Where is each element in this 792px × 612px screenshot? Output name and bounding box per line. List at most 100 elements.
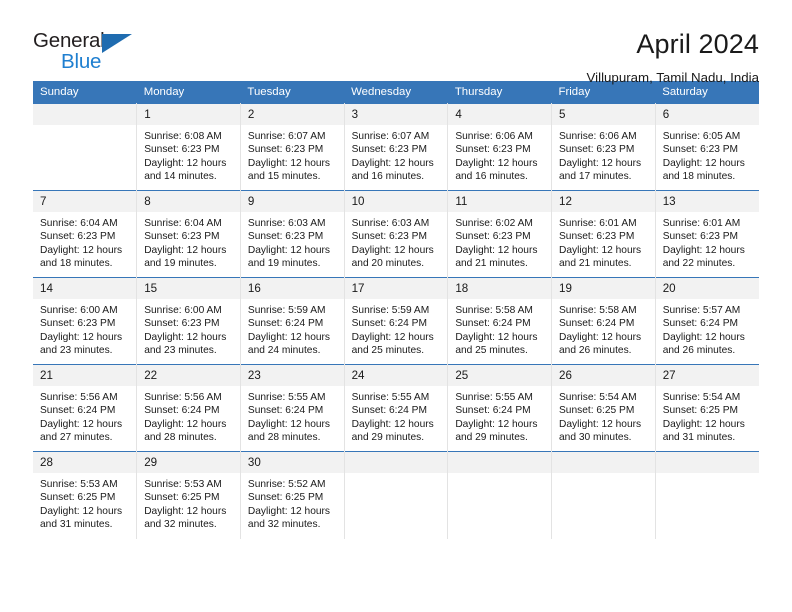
sunset-time: Sunset: 6:23 PM [40,231,116,243]
day-details: Sunrise: 5:56 AM Sunset: 6:24 PM Daylight:… [33,386,136,445]
location-subtitle: Villupuram, Tamil Nadu, India [586,70,759,85]
calendar-day-cell[interactable]: 11 Sunrise: 6:02 AM Sunset: 6:23 PM Dayligh… [447,190,553,278]
day-number: 4 [448,104,552,125]
day-number: 5 [552,104,655,125]
calendar-day-cell[interactable]: 13 Sunrise: 6:01 AM Sunset: 6:23 PM Dayligh… [655,190,759,278]
day-details: Sunrise: 5:53 AM Sunset: 6:25 PM Daylight:… [137,473,240,532]
daylight-duration-line1: Daylight: 12 hours [662,418,745,430]
day-details: Sunrise: 6:06 AM Sunset: 6:23 PM Daylight:… [552,125,655,184]
calendar-day-cell[interactable]: 16 Sunrise: 5:59 AM Sunset: 6:24 PM Dayligh… [240,277,345,365]
sunset-time: Sunset: 6:23 PM [351,231,427,243]
calendar-day-cell[interactable]: 12 Sunrise: 6:01 AM Sunset: 6:23 PM Dayligh… [551,190,656,278]
calendar-day-cell[interactable]: 10 Sunrise: 6:03 AM Sunset: 6:23 PM Dayligh… [344,190,449,278]
calendar-day-cell-empty [33,103,138,191]
calendar-day-cell[interactable]: 15 Sunrise: 6:00 AM Sunset: 6:23 PM Dayligh… [136,277,241,365]
calendar-day-cell[interactable]: 23 Sunrise: 5:55 AM Sunset: 6:24 PM Dayligh… [240,364,345,452]
day-number: 30 [240,452,344,473]
calendar-day-cell[interactable]: 21 Sunrise: 5:56 AM Sunset: 6:24 PM Dayligh… [33,364,138,452]
daylight-duration-line2: and 20 minutes. [351,258,425,270]
calendar-day-cell[interactable]: 9 Sunrise: 6:03 AM Sunset: 6:23 PM Daylight… [240,190,345,278]
day-number [655,452,759,473]
day-details: Sunrise: 5:56 AM Sunset: 6:24 PM Daylight:… [137,386,240,445]
daylight-duration-line1: Daylight: 12 hours [247,157,331,169]
day-number: 19 [552,278,655,299]
sunset-time: Sunset: 6:23 PM [455,144,531,156]
calendar-day-cell[interactable]: 3 Sunrise: 6:07 AM Sunset: 6:23 PM Daylight… [344,103,449,191]
logo-blue-label: Blue [61,50,102,73]
calendar-day-cell[interactable]: 26 Sunrise: 5:54 AM Sunset: 6:25 PM Dayligh… [551,364,656,452]
calendar-day-cell[interactable]: 8 Sunrise: 6:04 AM Sunset: 6:23 PM Daylight… [136,190,241,278]
sunset-time: Sunset: 6:23 PM [40,318,116,330]
daylight-duration-line2: and 16 minutes. [455,171,528,183]
calendar-day-cell[interactable]: 29 Sunrise: 5:53 AM Sunset: 6:25 PM Dayligh… [136,451,241,539]
day-details: Sunrise: 6:00 AM Sunset: 6:23 PM Daylight:… [137,299,240,358]
sunrise-time: Sunrise: 5:59 AM [247,305,326,316]
day-details: Sunrise: 5:54 AM Sunset: 6:25 PM Daylight:… [656,386,759,445]
sunrise-time: Sunrise: 5:57 AM [662,305,741,316]
sunrise-time: Sunrise: 6:07 AM [351,131,430,142]
day-details: Sunrise: 6:01 AM Sunset: 6:23 PM Daylight:… [552,212,655,271]
calendar-day-cell[interactable]: 28 Sunrise: 5:53 AM Sunset: 6:25 PM Dayligh… [33,451,138,539]
calendar-day-cell[interactable]: 2 Sunrise: 6:07 AM Sunset: 6:23 PM Daylight… [240,103,345,191]
calendar-day-cell[interactable]: 19 Sunrise: 5:58 AM Sunset: 6:24 PM Dayligh… [551,277,656,365]
day-number: 8 [137,191,240,212]
day-number: 29 [137,452,240,473]
daylight-duration-line1: Daylight: 12 hours [40,331,123,343]
sunrise-time: Sunrise: 6:00 AM [40,305,118,316]
day-number: 21 [33,365,137,386]
sunrise-time: Sunrise: 5:54 AM [559,392,637,403]
calendar-week-row: 28 Sunrise: 5:53 AM Sunset: 6:25 PM Dayligh… [33,451,759,539]
calendar-day-cell[interactable]: 7 Sunrise: 6:04 AM Sunset: 6:23 PM Daylight… [33,190,138,278]
calendar-week-row: 21 Sunrise: 5:56 AM Sunset: 6:24 PM Dayligh… [33,364,759,452]
daylight-duration-line1: Daylight: 12 hours [247,244,331,256]
calendar-day-cell[interactable]: 30 Sunrise: 5:52 AM Sunset: 6:25 PM Dayligh… [240,451,345,539]
sunset-time: Sunset: 6:23 PM [247,231,324,243]
calendar-day-cell[interactable]: 14 Sunrise: 6:00 AM Sunset: 6:23 PM Dayligh… [33,277,138,365]
calendar-day-cell[interactable]: 17 Sunrise: 5:59 AM Sunset: 6:24 PM Dayligh… [344,277,449,365]
sunset-time: Sunset: 6:24 PM [559,318,635,330]
daylight-duration-line1: Daylight: 12 hours [455,244,538,256]
calendar-day-cell[interactable]: 6 Sunrise: 6:05 AM Sunset: 6:23 PM Daylight… [655,103,759,191]
calendar-day-cell[interactable]: 4 Sunrise: 6:06 AM Sunset: 6:23 PM Daylight… [447,103,553,191]
daylight-duration-line1: Daylight: 12 hours [662,244,745,256]
sunset-time: Sunset: 6:24 PM [247,405,324,417]
daylight-duration-line1: Daylight: 12 hours [559,157,642,169]
day-number: 16 [240,278,344,299]
day-details: Sunrise: 6:04 AM Sunset: 6:23 PM Daylight:… [33,212,136,271]
day-number: 2 [240,104,344,125]
calendar-day-cell[interactable]: 5 Sunrise: 6:06 AM Sunset: 6:23 PM Daylight… [551,103,656,191]
daylight-duration-line2: and 25 minutes. [455,345,528,357]
weekday-header-thursday: Thursday [447,81,552,104]
calendar-day-cell[interactable]: 22 Sunrise: 5:56 AM Sunset: 6:24 PM Dayligh… [136,364,241,452]
sunset-time: Sunset: 6:25 PM [247,492,324,504]
calendar-day-cell[interactable]: 1 Sunrise: 6:08 AM Sunset: 6:23 PM Daylight… [136,103,241,191]
day-details: Sunrise: 5:55 AM Sunset: 6:24 PM Daylight:… [448,386,551,445]
day-number: 9 [240,191,344,212]
day-details: Sunrise: 6:05 AM Sunset: 6:23 PM Daylight:… [656,125,759,184]
daylight-duration-line1: Daylight: 12 hours [247,418,331,430]
daylight-duration-line2: and 21 minutes. [455,258,528,270]
sunset-time: Sunset: 6:23 PM [559,144,635,156]
day-details: Sunrise: 6:04 AM Sunset: 6:23 PM Daylight:… [137,212,240,271]
daylight-duration-line1: Daylight: 12 hours [351,331,434,343]
day-number: 25 [448,365,552,386]
calendar-day-cell[interactable]: 24 Sunrise: 5:55 AM Sunset: 6:24 PM Dayligh… [344,364,449,452]
daylight-duration-line2: and 32 minutes. [247,519,321,531]
sunset-time: Sunset: 6:24 PM [351,318,427,330]
calendar-day-cell[interactable]: 25 Sunrise: 5:55 AM Sunset: 6:24 PM Dayligh… [447,364,553,452]
title-block: April 2024 Villupuram, Tamil Nadu, India [587,28,759,87]
calendar-day-cell-empty [551,451,656,539]
calendar-day-cell[interactable]: 18 Sunrise: 5:58 AM Sunset: 6:24 PM Dayligh… [447,277,553,365]
sunrise-time: Sunrise: 6:00 AM [144,305,222,316]
calendar-page: General Blue April 2024 Villupuram, Tami… [0,0,792,612]
sunrise-time: Sunrise: 6:06 AM [455,131,533,142]
daylight-duration-line2: and 19 minutes. [144,258,217,270]
day-number: 1 [137,104,240,125]
calendar-day-cell[interactable]: 27 Sunrise: 5:54 AM Sunset: 6:25 PM Dayligh… [655,364,759,452]
sunrise-time: Sunrise: 6:04 AM [144,218,222,229]
sunset-time: Sunset: 6:24 PM [455,318,531,330]
sunset-time: Sunset: 6:23 PM [144,231,220,243]
daylight-duration-line2: and 28 minutes. [247,432,321,444]
calendar-day-cell[interactable]: 20 Sunrise: 5:57 AM Sunset: 6:24 PM Dayligh… [655,277,759,365]
daylight-duration-line1: Daylight: 12 hours [144,418,227,430]
